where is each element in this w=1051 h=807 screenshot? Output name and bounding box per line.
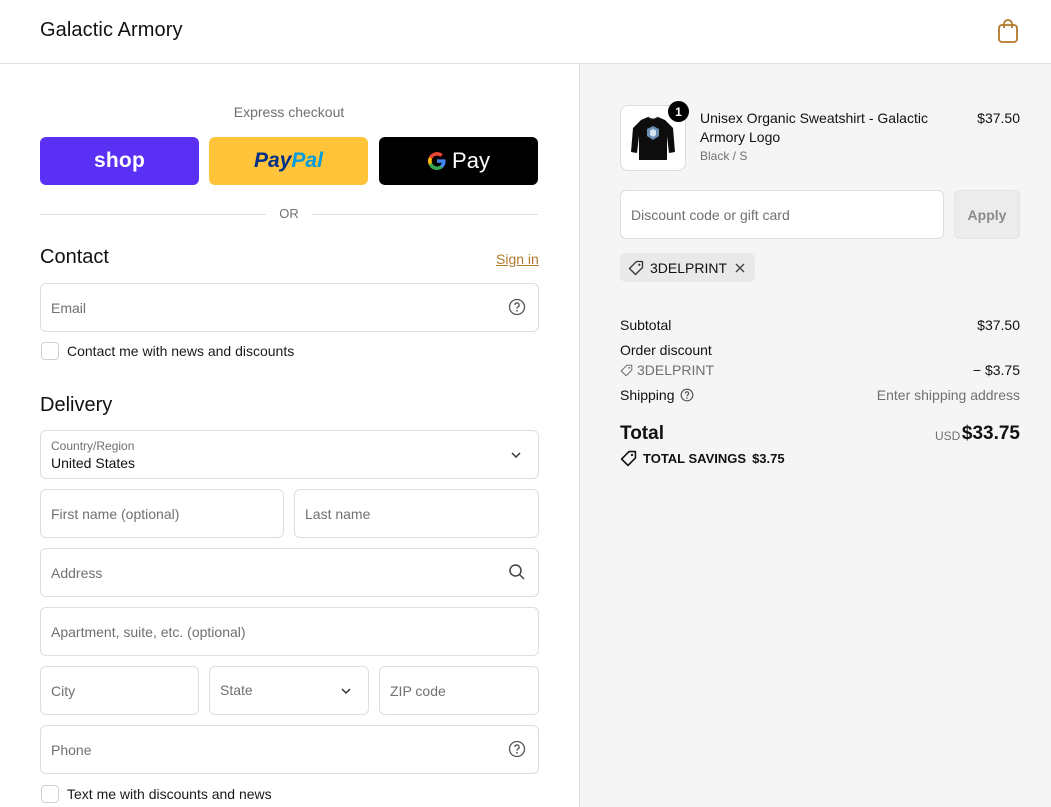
email-placeholder: Email xyxy=(51,300,87,316)
total-label: Total xyxy=(620,423,664,444)
subtotal-value: $37.50 xyxy=(977,317,1020,333)
country-value: United States xyxy=(51,455,136,471)
state-placeholder: State xyxy=(220,682,253,698)
shopping-bag-icon[interactable] xyxy=(997,18,1019,44)
first-name-placeholder: First name (optional) xyxy=(51,506,180,522)
help-icon[interactable] xyxy=(508,740,526,758)
paypal-label-part1: Pay xyxy=(254,149,292,172)
discount-code-input[interactable]: Discount code or gift card xyxy=(620,190,944,239)
savings-value: $3.75 xyxy=(752,451,785,466)
delivery-heading: Delivery xyxy=(40,394,113,416)
order-discount-code: 3DELPRINT xyxy=(637,362,715,378)
country-select[interactable]: Country/Region United States xyxy=(40,430,539,479)
state-select[interactable]: State xyxy=(209,666,369,715)
last-name-field[interactable]: Last name xyxy=(294,489,539,538)
tag-icon xyxy=(620,364,633,377)
contact-heading: Contact xyxy=(40,246,109,268)
news-checkbox[interactable] xyxy=(41,342,59,360)
product-price: $37.50 xyxy=(977,110,1020,126)
order-discount-code-row: 3DELPRINT xyxy=(620,362,714,378)
product-variant: Black / S xyxy=(700,149,748,163)
product-name: Unisex Organic Sweatshirt - Galactic Arm… xyxy=(700,110,928,145)
email-field[interactable]: Email xyxy=(40,283,539,332)
paypal-button[interactable]: Pay Pal xyxy=(209,137,368,185)
applied-code-label: 3DELPRINT xyxy=(650,259,728,276)
help-icon[interactable] xyxy=(680,388,694,402)
paypal-label-part2: Pal xyxy=(291,149,323,172)
quantity-badge: 1 xyxy=(668,101,689,122)
search-icon xyxy=(508,563,526,581)
subtotal-label: Subtotal xyxy=(620,317,672,333)
apartment-field[interactable]: Apartment, suite, etc. (optional) xyxy=(40,607,539,656)
zip-field[interactable]: ZIP code xyxy=(379,666,539,715)
express-checkout-label: Express checkout xyxy=(233,104,345,120)
shop-pay-button[interactable]: shop xyxy=(40,137,199,185)
zip-placeholder: ZIP code xyxy=(390,683,446,699)
shop-pay-label: shop xyxy=(94,149,145,172)
city-placeholder: City xyxy=(51,683,76,699)
phone-placeholder: Phone xyxy=(51,742,92,758)
sms-checkbox-label: Text me with discounts and news xyxy=(67,786,272,802)
phone-field[interactable]: Phone xyxy=(40,725,539,774)
google-g-icon xyxy=(427,151,447,171)
city-field[interactable]: City xyxy=(40,666,199,715)
news-checkbox-label: Contact me with news and discounts xyxy=(67,343,295,359)
or-divider: OR xyxy=(40,205,538,223)
chevron-down-icon xyxy=(338,683,356,701)
currency-code: USD xyxy=(935,429,961,443)
first-name-field[interactable]: First name (optional) xyxy=(40,489,284,538)
sms-checkbox[interactable] xyxy=(41,785,59,803)
applied-discount-chip: 3DELPRINT xyxy=(620,253,756,282)
order-discount-value: − $3.75 xyxy=(972,362,1020,378)
divider-line xyxy=(312,214,538,215)
shipping-label: Shipping xyxy=(620,387,675,403)
shipping-row: Shipping xyxy=(620,387,694,403)
total-savings: TOTAL SAVINGS $3.75 xyxy=(620,450,785,467)
apartment-placeholder: Apartment, suite, etc. (optional) xyxy=(51,624,246,640)
address-placeholder: Address xyxy=(51,565,103,581)
chevron-down-icon xyxy=(508,447,526,465)
last-name-placeholder: Last name xyxy=(305,506,371,522)
discount-placeholder: Discount code or gift card xyxy=(631,207,790,223)
shipping-value: Enter shipping address xyxy=(876,387,1020,403)
google-pay-button[interactable]: Pay xyxy=(379,137,538,185)
address-field[interactable]: Address xyxy=(40,548,539,597)
google-pay-label: Pay xyxy=(452,148,490,173)
store-name[interactable]: Galactic Armory xyxy=(40,19,183,42)
order-discount-label: Order discount xyxy=(620,342,712,358)
apply-discount-button[interactable]: Apply xyxy=(954,190,1020,239)
tag-icon xyxy=(620,450,637,467)
help-icon[interactable] xyxy=(508,298,526,316)
country-label: Country/Region xyxy=(51,439,135,453)
savings-label: TOTAL SAVINGS xyxy=(643,451,747,466)
sign-in-link[interactable]: Sign in xyxy=(496,251,539,267)
total-value: $33.75 xyxy=(961,423,1020,444)
tag-icon xyxy=(628,260,644,276)
remove-discount-icon[interactable] xyxy=(733,261,747,275)
checkout-header: Galactic Armory xyxy=(0,0,1051,64)
